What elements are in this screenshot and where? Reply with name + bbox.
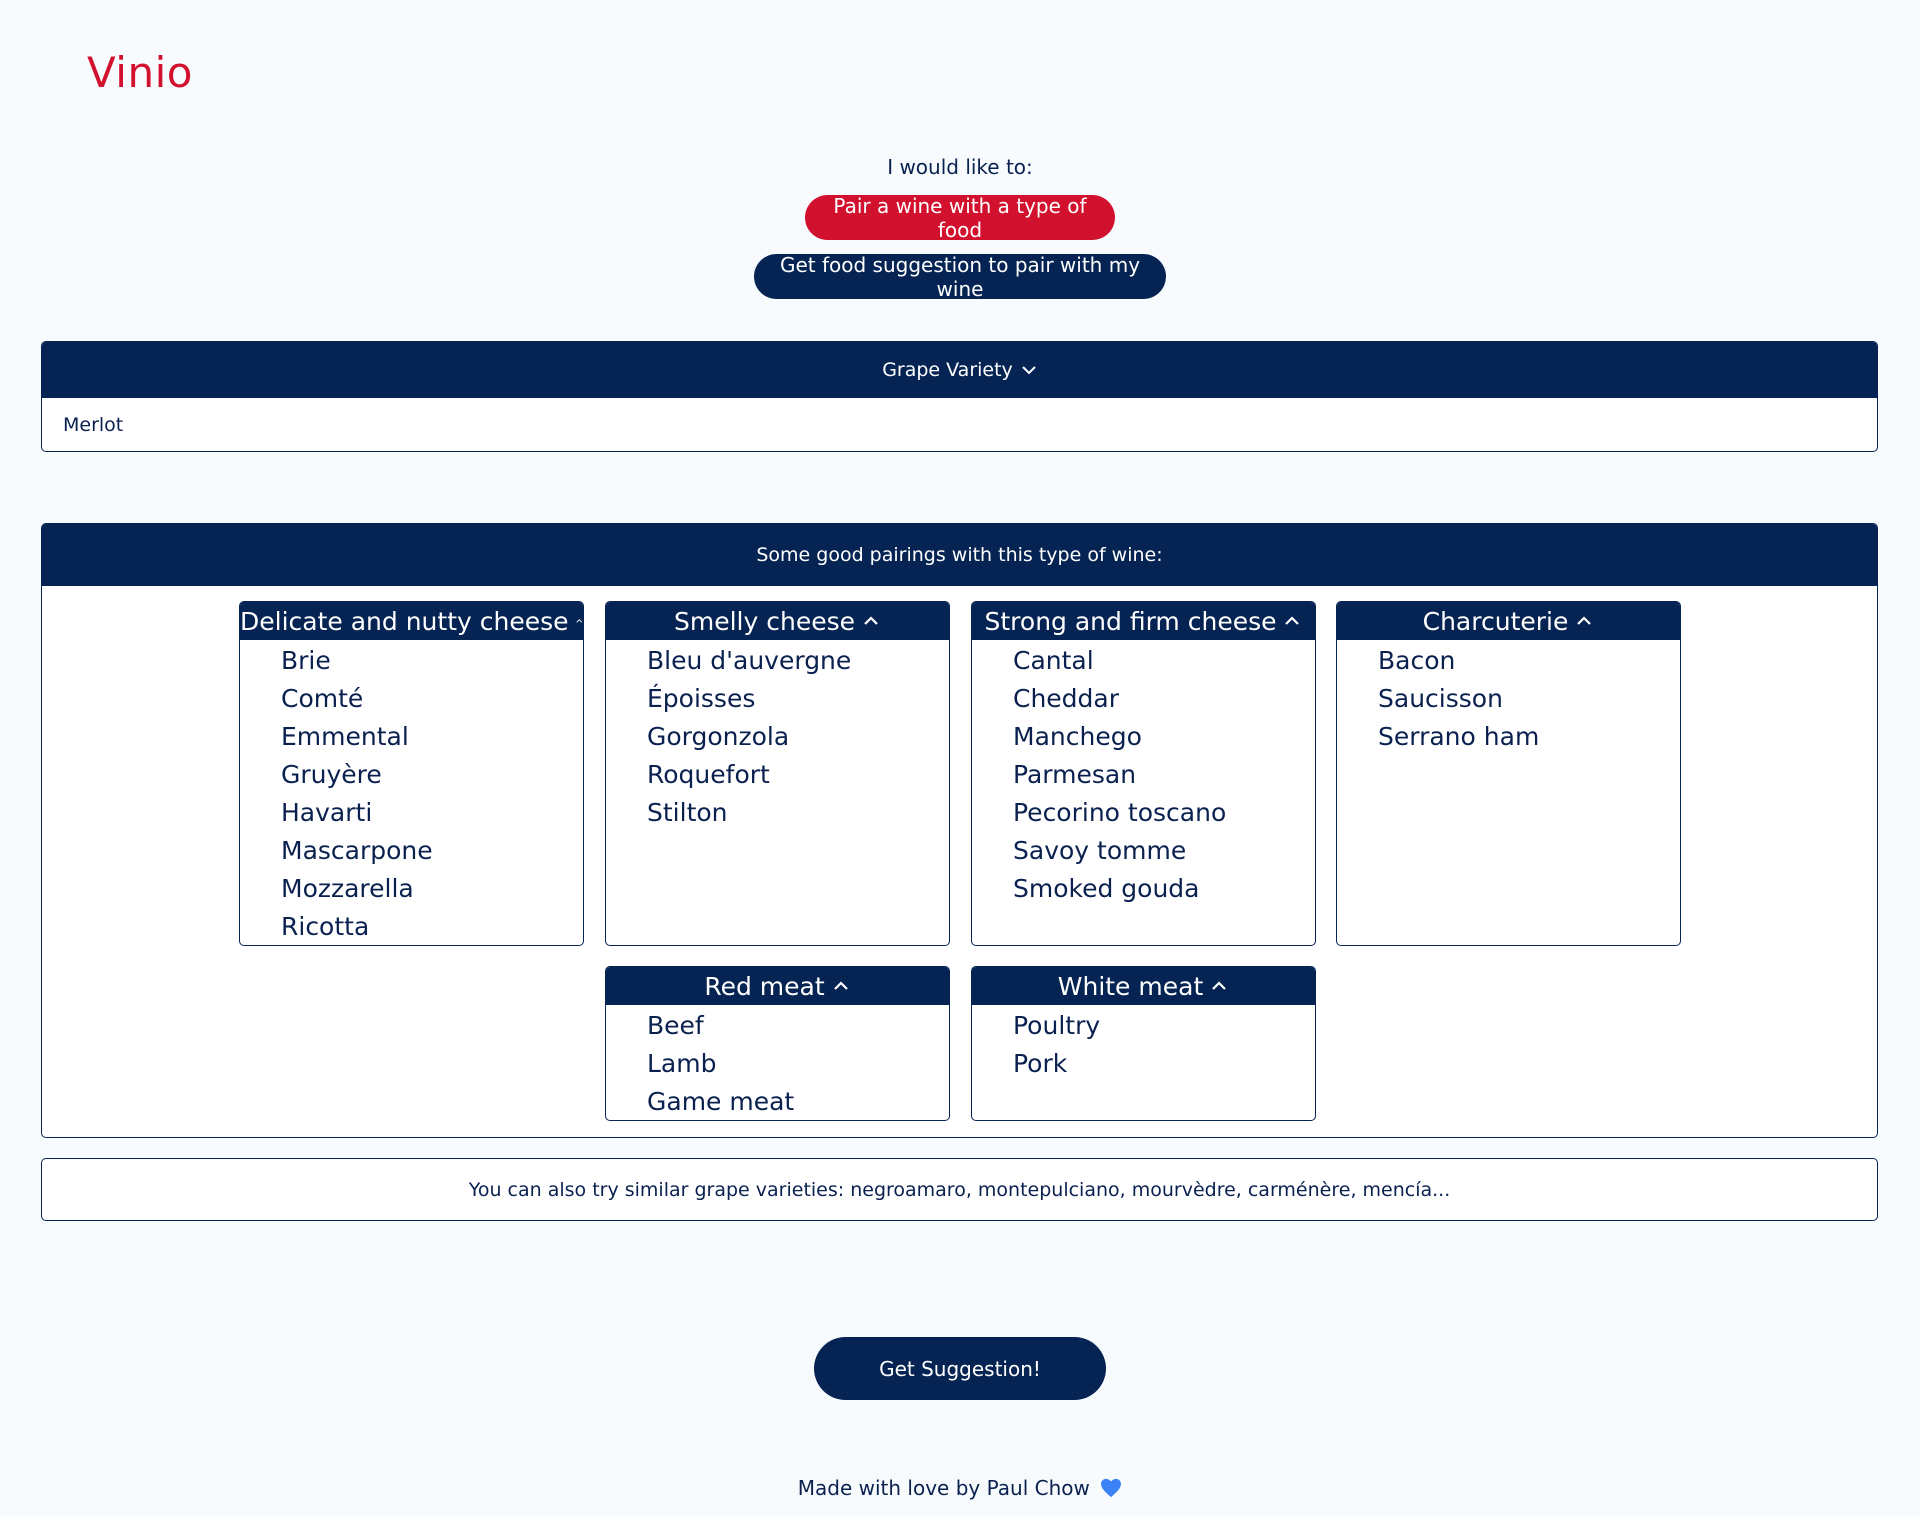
- category-items: Bleu d'auvergne Époisses Gorgonzola Roquefo…: [606, 640, 949, 832]
- mode-prompt: I would like to:: [887, 155, 1033, 179]
- chevron-up-icon: [864, 616, 878, 625]
- food-item: Parmesan: [1013, 760, 1137, 789]
- food-item: Roquefort: [647, 760, 770, 789]
- category-title: Delicate and nutty cheese: [240, 606, 569, 636]
- category-title: White meat: [1057, 971, 1204, 1001]
- chevron-up-icon: [833, 981, 848, 990]
- food-item: Lamb: [647, 1049, 717, 1078]
- food-item: Bacon: [1378, 646, 1456, 675]
- category-toggle-red-meat[interactable]: Red meat: [606, 967, 949, 1005]
- food-item: Mascarpone: [281, 836, 433, 865]
- chevron-up-icon: [1577, 616, 1592, 625]
- app-title: Vinio: [87, 48, 193, 97]
- category-items: Brie Comté Emmental Gruyère Havarti Mascarpon…: [240, 640, 583, 945]
- food-item: Saucisson: [1378, 684, 1503, 713]
- food-item: Brie: [281, 646, 331, 675]
- category-title: Red meat: [704, 971, 825, 1001]
- category-title: Smelly cheese: [674, 606, 855, 636]
- category-card-red-meat: Red meat Beef Lamb Game meat: [605, 966, 950, 1121]
- similar-varieties-note: You can also try similar grape varieties…: [41, 1158, 1878, 1221]
- blue-heart-icon: [1101, 1478, 1122, 1498]
- category-card-smelly-cheese: Smelly cheese Bleu d'auvergne Époisses Gorg…: [605, 601, 950, 946]
- footer-text: Made with love by Paul Chow: [797, 1476, 1090, 1500]
- food-item: Stilton: [647, 798, 728, 827]
- category-toggle-white-meat[interactable]: White meat: [972, 967, 1315, 1005]
- category-items: Beef Lamb Game meat: [606, 1005, 949, 1120]
- food-item: Pork: [1013, 1049, 1068, 1078]
- footer: Made with love by Paul Chow: [0, 1476, 1920, 1500]
- category-toggle-smelly-cheese[interactable]: Smelly cheese: [606, 602, 949, 640]
- food-item: Cheddar: [1013, 684, 1120, 713]
- grape-variety-selected[interactable]: Merlot: [42, 398, 1877, 451]
- food-item: Poultry: [1013, 1011, 1101, 1040]
- food-item: Gruyère: [281, 760, 382, 789]
- category-card-strong-and-firm-cheese: Strong and firm cheese Cantal Cheddar Manch…: [971, 601, 1316, 946]
- category-toggle-delicate-and-nutty-cheese[interactable]: Delicate and nutty cheese: [240, 602, 583, 640]
- food-item: Beef: [647, 1011, 704, 1040]
- category-items: Bacon Saucisson Serrano ham: [1337, 640, 1680, 756]
- pairings-header: Some good pairings with this type of win…: [42, 524, 1877, 586]
- category-card-delicate-and-nutty-cheese: Delicate and nutty cheese Brie Comté Emment…: [239, 601, 584, 946]
- category-toggle-strong-and-firm-cheese[interactable]: Strong and firm cheese: [972, 602, 1315, 640]
- food-item: Comté: [281, 684, 364, 713]
- food-item: Pecorino toscano: [1013, 798, 1227, 827]
- food-item: Mozzarella: [281, 874, 414, 903]
- food-item: Ricotta: [281, 912, 370, 941]
- chevron-down-icon: [1022, 366, 1036, 375]
- food-item: Gorgonzola: [647, 722, 790, 751]
- food-item: Savoy tomme: [1013, 836, 1187, 865]
- food-item: Emmental: [281, 722, 409, 751]
- category-card-charcuterie: Charcuterie Bacon Saucisson Serrano ham: [1336, 601, 1681, 946]
- grape-variety-panel: Grape Variety Merlot: [41, 341, 1878, 452]
- food-item: Serrano ham: [1378, 722, 1540, 751]
- chevron-up-icon: [1285, 616, 1300, 625]
- food-item: Manchego: [1013, 722, 1142, 751]
- get-suggestion-button[interactable]: Get Suggestion!: [814, 1337, 1106, 1400]
- grape-variety-label: Grape Variety: [882, 359, 1013, 381]
- grape-variety-dropdown-toggle[interactable]: Grape Variety: [42, 342, 1877, 398]
- food-item: Smoked gouda: [1013, 874, 1200, 903]
- category-card-white-meat: White meat Poultry Pork: [971, 966, 1316, 1121]
- category-toggle-charcuterie[interactable]: Charcuterie: [1337, 602, 1680, 640]
- food-item: Havarti: [281, 798, 373, 827]
- category-items: Poultry Pork: [972, 1005, 1315, 1083]
- category-items: Cantal Cheddar Manchego Parmesan Pecorino to…: [972, 640, 1315, 908]
- category-title: Charcuterie: [1422, 606, 1569, 636]
- chevron-up-icon: [1212, 981, 1227, 990]
- food-item: Game meat: [647, 1087, 795, 1116]
- pair-wine-with-food-button[interactable]: Pair a wine with a type of food: [805, 194, 1115, 242]
- food-item: Cantal: [1013, 646, 1094, 675]
- food-item: Bleu d'auvergne: [647, 646, 852, 675]
- chevron-up-icon: [575, 619, 582, 623]
- category-title: Strong and firm cheese: [984, 606, 1277, 636]
- food-suggestion-for-wine-button[interactable]: Get food suggestion to pair with my wine: [754, 253, 1166, 301]
- food-item: Époisses: [647, 684, 756, 713]
